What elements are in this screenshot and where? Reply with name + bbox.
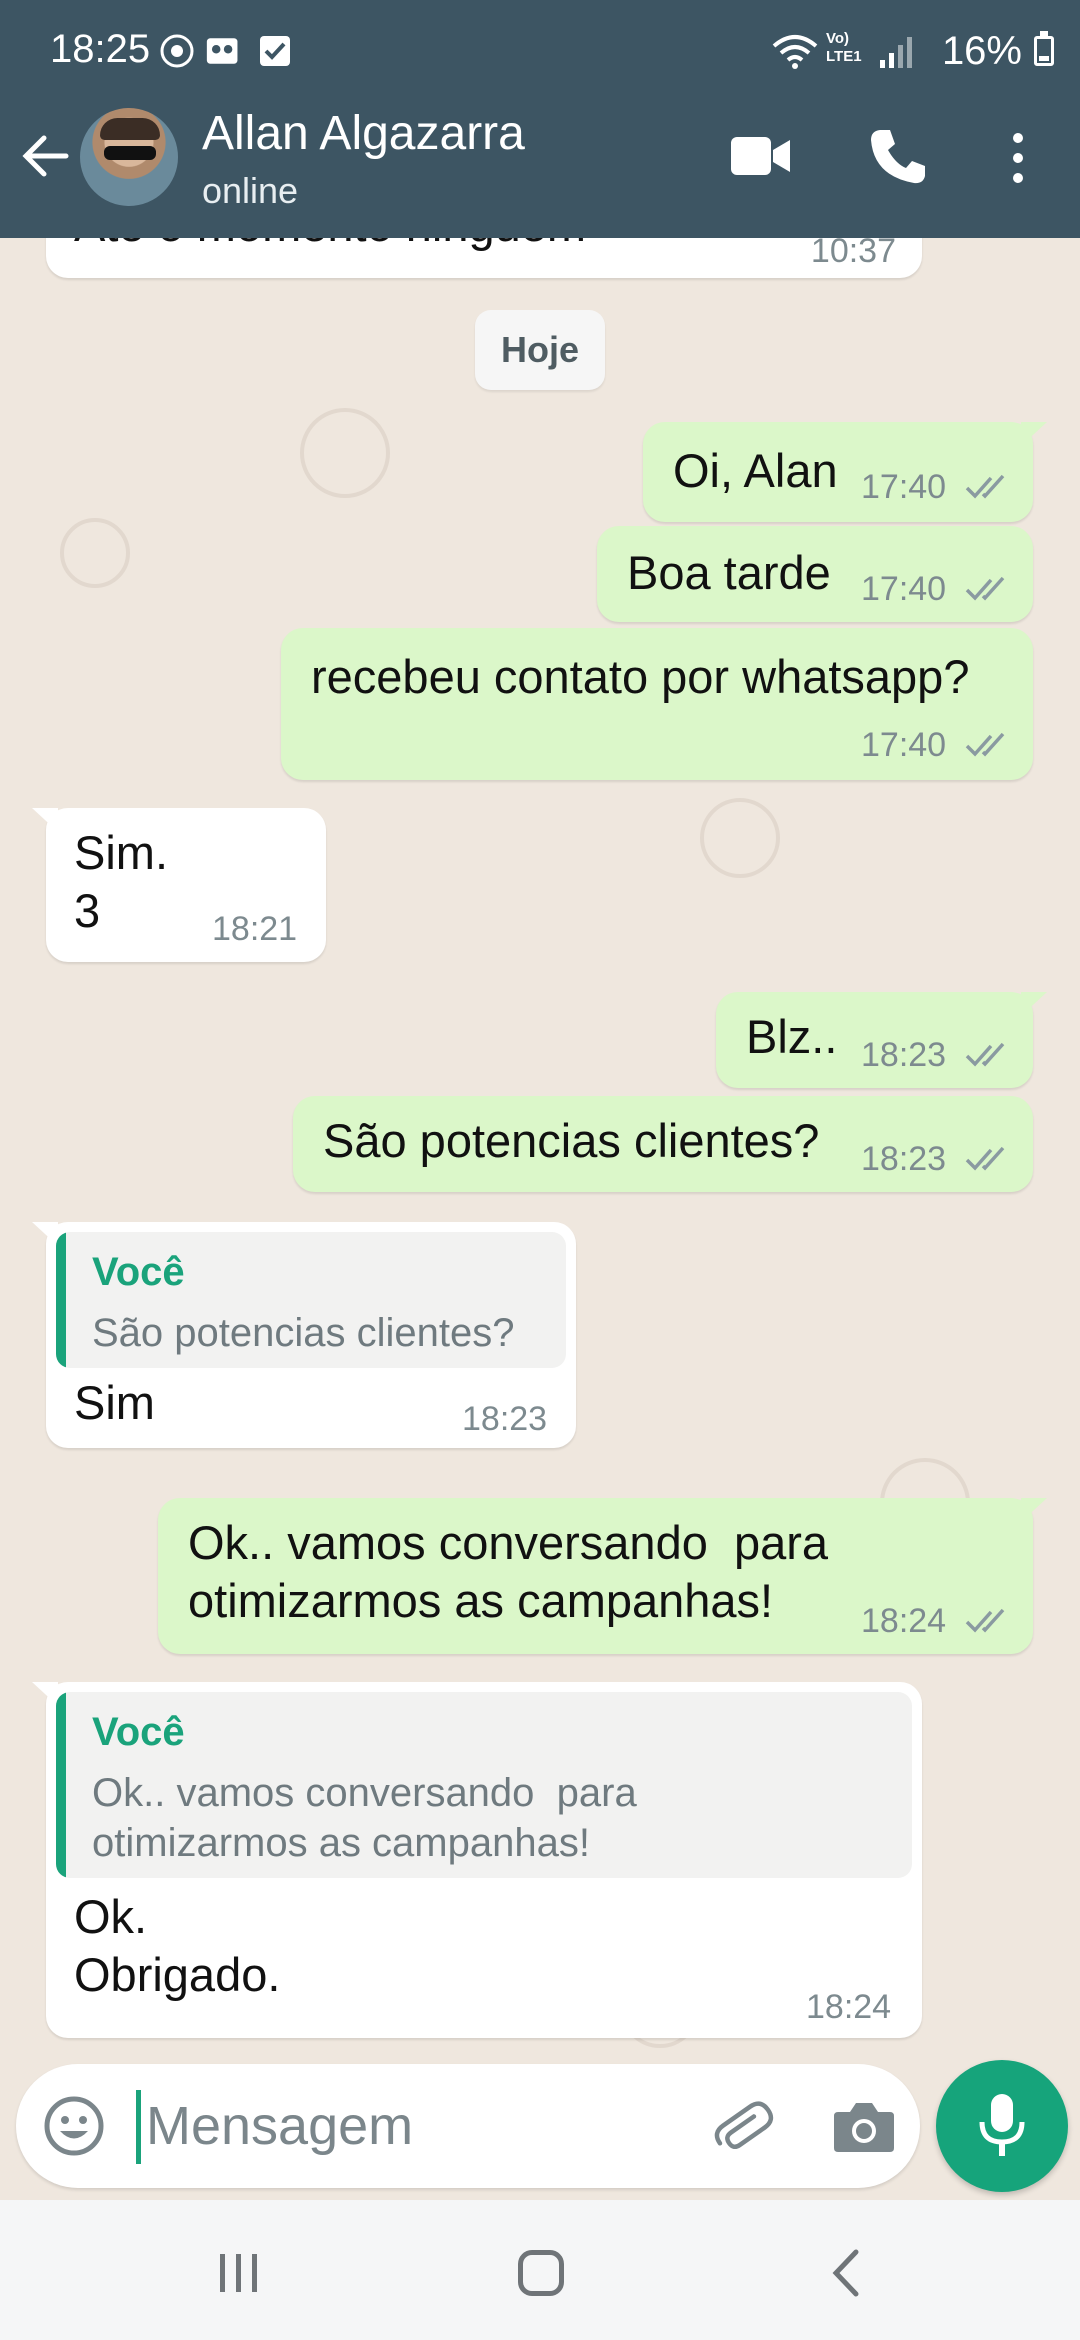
message-time: 18:21 xyxy=(212,910,298,948)
contact-name[interactable]: Allan Algazarra xyxy=(202,106,525,161)
message-bubble-outgoing[interactable]: recebeu contato por whatsapp? 17:40 xyxy=(281,628,1033,780)
quoted-message[interactable]: Você Ok.. vamos conversando para otimiza… xyxy=(56,1692,912,1878)
emoji-icon[interactable] xyxy=(42,2094,106,2158)
status-bar: 18:25 Vo) LTE1 16% xyxy=(0,0,1080,100)
home-icon[interactable] xyxy=(518,2250,564,2296)
double-check-icon xyxy=(965,1608,1005,1633)
chat-header: 18:25 Vo) LTE1 16% Allan Algazarra onlin… xyxy=(0,0,1080,238)
recents-icon[interactable] xyxy=(216,2252,262,2294)
message-bubble-outgoing[interactable]: Blz.. 18:23 xyxy=(716,992,1047,1088)
message-text: Ok. Obrigado. xyxy=(74,1890,281,2001)
chrome-icon xyxy=(160,34,194,68)
back-arrow-icon[interactable] xyxy=(18,128,74,184)
nav-back-icon[interactable] xyxy=(826,2248,866,2298)
quote-text: São potencias clientes? xyxy=(92,1311,515,1355)
mic-icon xyxy=(979,2094,1025,2156)
message-text: Blz.. xyxy=(746,1010,838,1063)
phone-icon[interactable] xyxy=(868,126,928,186)
network-label: Vo) LTE1 xyxy=(826,30,862,65)
date-chip: Hoje xyxy=(475,310,605,390)
double-check-icon xyxy=(965,732,1005,757)
wallpaper-doodle xyxy=(700,798,780,878)
message-bubble-outgoing[interactable]: Oi, Alan 17:40 xyxy=(643,422,1047,522)
wallpaper-doodle xyxy=(300,408,390,498)
message-composer xyxy=(16,2064,920,2188)
message-time: 17:40 xyxy=(861,570,947,608)
quote-author: Você xyxy=(92,1250,185,1294)
mic-button[interactable] xyxy=(936,2060,1068,2192)
message-text: Sim xyxy=(74,1376,155,1429)
checkbox-notification-icon xyxy=(260,36,290,66)
message-bubble-outgoing[interactable]: Boa tarde 17:40 xyxy=(597,526,1033,622)
battery-icon xyxy=(1034,31,1054,66)
message-text: Boa tarde xyxy=(627,546,831,599)
status-right: Vo) LTE1 16% xyxy=(760,26,1080,74)
message-bubble-outgoing[interactable]: São potencias clientes? 18:23 xyxy=(293,1096,1033,1192)
more-vert-icon[interactable] xyxy=(1000,130,1036,186)
chat-area[interactable]: Até o momento ninguém 10:37 Hoje Oi, Ala… xyxy=(0,238,1080,2060)
status-time: 18:25 xyxy=(50,27,151,71)
message-text: Oi, Alan xyxy=(673,444,838,497)
message-text: recebeu contato por whatsapp? xyxy=(311,650,970,703)
quote-author: Você xyxy=(92,1710,185,1754)
system-nav-bar xyxy=(0,2200,1080,2340)
battery-percent: 16% xyxy=(941,29,1022,73)
wifi-icon xyxy=(772,35,818,69)
message-bubble-incoming[interactable]: Sim. 3 18:21 xyxy=(32,808,326,962)
camera-icon[interactable] xyxy=(832,2098,896,2154)
message-bubble-incoming[interactable]: Até o momento ninguém 10:37 xyxy=(46,238,922,278)
message-time: 10:37 xyxy=(810,238,896,270)
message-text: Até o momento ninguém xyxy=(74,238,586,254)
message-time: 18:23 xyxy=(462,1400,548,1438)
message-time: 18:24 xyxy=(806,1988,892,2026)
message-time: 17:40 xyxy=(861,726,947,764)
message-time: 18:23 xyxy=(861,1140,947,1178)
message-text: Sim. 3 xyxy=(74,826,168,937)
message-bubble-incoming-reply[interactable]: Você Ok.. vamos conversando para otimiza… xyxy=(32,1682,922,2038)
message-time: 17:40 xyxy=(861,468,947,506)
double-check-icon xyxy=(965,1146,1005,1171)
text-caret xyxy=(136,2090,141,2164)
wallpaper-doodle xyxy=(60,518,130,588)
message-input[interactable] xyxy=(146,2086,666,2166)
quote-text: Ok.. vamos conversando para otimizarmos … xyxy=(92,1771,637,1865)
double-check-icon xyxy=(965,1042,1005,1067)
message-time: 18:23 xyxy=(861,1036,947,1074)
message-bubble-outgoing[interactable]: Ok.. vamos conversando para otimizarmos … xyxy=(158,1498,1047,1654)
quote-bar xyxy=(56,1232,66,1368)
message-text: São potencias clientes? xyxy=(323,1114,820,1167)
message-text: Ok.. vamos conversando para otimizarmos … xyxy=(188,1516,829,1627)
quoted-message[interactable]: Você São potencias clientes? xyxy=(56,1232,566,1368)
message-bubble-incoming-reply[interactable]: Você São potencias clientes? Sim 18:23 xyxy=(32,1222,576,1448)
attach-icon[interactable] xyxy=(708,2092,776,2160)
contact-status: online xyxy=(202,170,299,211)
avatar[interactable] xyxy=(80,108,178,206)
voicemail-icon xyxy=(206,38,238,64)
double-check-icon xyxy=(965,474,1005,499)
message-time: 18:24 xyxy=(861,1602,947,1640)
video-call-icon[interactable] xyxy=(730,134,792,178)
signal-icon xyxy=(880,37,912,68)
quote-bar xyxy=(56,1692,66,1878)
double-check-icon xyxy=(965,576,1005,601)
